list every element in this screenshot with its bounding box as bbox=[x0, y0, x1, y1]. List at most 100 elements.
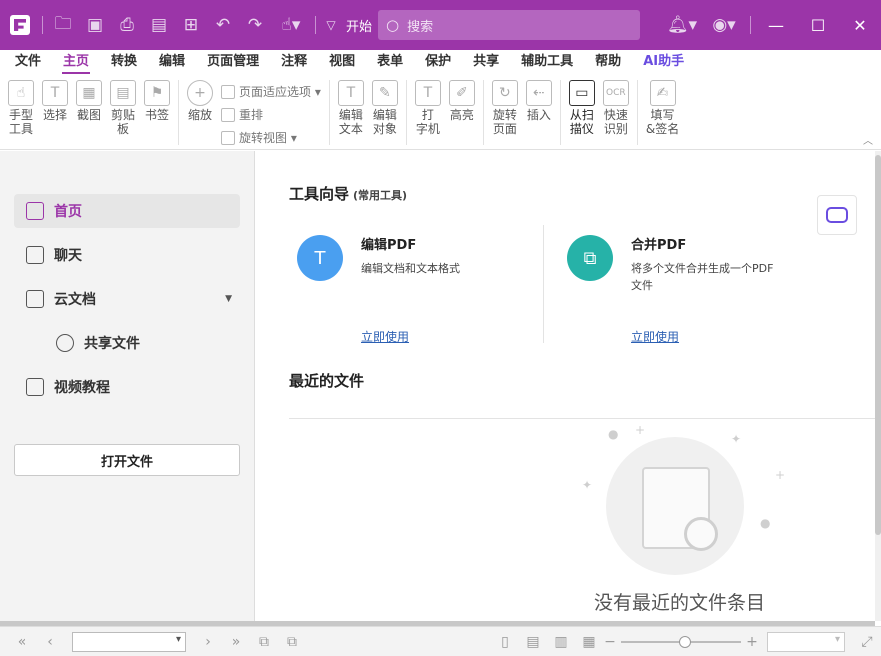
bookmark-icon: ⚑ bbox=[144, 80, 170, 106]
quick-ocr-button[interactable]: OCR 快速 识别 bbox=[599, 76, 633, 149]
tab-accessibility[interactable]: 辅助工具 bbox=[512, 50, 582, 76]
from-scanner-button[interactable]: ▭ 从扫 描仪 bbox=[565, 76, 599, 149]
clipboard-button[interactable]: ▤ 剪贴 板 bbox=[106, 76, 140, 149]
undo-icon[interactable]: ↶ bbox=[207, 0, 239, 50]
recent-files-title: 最近的文件 bbox=[289, 372, 365, 390]
next-view-icon[interactable]: ⧉ bbox=[278, 627, 306, 656]
vertical-scrollbar[interactable] bbox=[875, 151, 881, 621]
collapse-ribbon-icon[interactable]: ︿ bbox=[863, 132, 873, 147]
tab-view[interactable]: 视图 bbox=[320, 50, 364, 76]
fullscreen-icon[interactable]: ⤢ bbox=[853, 627, 881, 656]
reflow-label: 重排 bbox=[239, 108, 264, 122]
tab-organize[interactable]: 页面管理 bbox=[198, 50, 268, 76]
sidebar-item-cloud-docs[interactable]: 云文档 ▼ bbox=[14, 282, 240, 316]
rotate-page-label: 旋转 页面 bbox=[492, 108, 517, 136]
facing-page-icon[interactable]: ▥ bbox=[547, 627, 575, 656]
hand-tool-icon[interactable]: ☝▾ bbox=[271, 0, 311, 50]
tab-edit[interactable]: 编辑 bbox=[150, 50, 194, 76]
snapshot-button[interactable]: ▦ 截图 bbox=[72, 76, 106, 149]
start-label[interactable]: 开始 bbox=[346, 16, 372, 35]
scrollbar-thumb[interactable] bbox=[875, 155, 881, 535]
tab-file[interactable]: 文件 bbox=[6, 50, 50, 76]
print-icon[interactable]: ⎙ bbox=[111, 0, 143, 50]
file-properties-icon[interactable]: ▤ bbox=[143, 0, 175, 50]
tab-convert[interactable]: 转换 bbox=[102, 50, 146, 76]
ribbon-toolbar: ☝ 手型 工具 T 选择 ▦ 截图 ▤ 剪贴 板 ⚑ 书签 + 缩放 页面适应选… bbox=[0, 76, 881, 150]
zoom-level-select[interactable] bbox=[767, 631, 845, 652]
rotate-page-button[interactable]: ↻ 旋转 页面 bbox=[488, 76, 522, 149]
typewriter-button[interactable]: T 打 字机 bbox=[411, 76, 445, 149]
divider bbox=[543, 225, 544, 343]
edit-pdf-title: 编辑PDF bbox=[361, 238, 417, 253]
tab-ai-assistant[interactable]: AI助手 bbox=[634, 50, 693, 76]
search-input[interactable]: ○ 搜索 bbox=[378, 10, 641, 40]
new-file-icon[interactable]: ⊞ bbox=[175, 0, 207, 50]
account-icon[interactable]: ◉▾ bbox=[702, 0, 746, 50]
sidebar-item-shared-files[interactable]: 共享文件 bbox=[14, 326, 240, 360]
first-page-icon[interactable]: « bbox=[8, 627, 36, 656]
merge-pdf-icon[interactable]: ⧉ bbox=[567, 235, 613, 281]
tab-form[interactable]: 表单 bbox=[368, 50, 412, 76]
sidebar-item-chat[interactable]: 聊天 bbox=[14, 238, 240, 272]
select-button[interactable]: T 选择 bbox=[38, 76, 72, 149]
fill-sign-button[interactable]: ✍ 填写 &签名 bbox=[642, 76, 683, 149]
fit-page-button[interactable]: 页面适应选项 ▾ bbox=[221, 80, 321, 103]
zoom-button[interactable]: + 缩放 bbox=[183, 76, 217, 149]
sidebar-item-home[interactable]: 首页 bbox=[14, 194, 240, 228]
reflow-icon bbox=[221, 107, 235, 122]
insert-button[interactable]: ⇠ 插入 bbox=[522, 76, 556, 149]
page-number-input[interactable] bbox=[72, 631, 186, 652]
maximize-button[interactable]: ☐ bbox=[797, 0, 839, 50]
reflow-button[interactable]: 重排 bbox=[221, 103, 321, 126]
minimize-button[interactable]: — bbox=[755, 0, 797, 50]
edit-text-button[interactable]: T 编辑 文本 bbox=[334, 76, 368, 149]
customize-chevron-icon[interactable]: ▽ bbox=[320, 0, 342, 50]
sparkle-icon: ✦ bbox=[731, 432, 742, 446]
save-icon[interactable]: ▣ bbox=[79, 0, 111, 50]
tab-comment[interactable]: 注释 bbox=[272, 50, 316, 76]
notification-bell-icon[interactable]: 🔔︎▾ bbox=[662, 0, 702, 50]
rotate-page-icon: ↻ bbox=[491, 80, 518, 106]
app-logo-icon bbox=[10, 15, 30, 35]
ai-assistant-button[interactable] bbox=[817, 195, 857, 235]
zoom-in-icon[interactable]: + bbox=[745, 627, 759, 656]
continuous-page-icon[interactable]: ▤ bbox=[519, 627, 547, 656]
hand-tool-button[interactable]: ☝ 手型 工具 bbox=[4, 76, 38, 149]
clipboard-icon: ▤ bbox=[110, 80, 136, 106]
tab-share[interactable]: 共享 bbox=[464, 50, 508, 76]
continuous-facing-icon[interactable]: ▦ bbox=[575, 627, 603, 656]
close-button[interactable]: ✕ bbox=[839, 0, 881, 50]
edit-pdf-icon[interactable]: T bbox=[297, 235, 343, 281]
tab-protect[interactable]: 保护 bbox=[416, 50, 460, 76]
divider bbox=[315, 16, 316, 34]
last-page-icon[interactable]: » bbox=[222, 627, 250, 656]
open-file-button[interactable]: 打开文件 bbox=[14, 444, 240, 476]
zoom-slider-knob[interactable] bbox=[679, 635, 691, 648]
sidebar-item-video-tutorials[interactable]: 视频教程 bbox=[14, 370, 240, 404]
open-folder-icon[interactable]: 🗀 bbox=[47, 0, 79, 50]
tools-guide-title: 工具向导 (常用工具) bbox=[289, 183, 407, 204]
zoom-slider[interactable] bbox=[621, 635, 741, 648]
redo-icon[interactable]: ↷ bbox=[239, 0, 271, 50]
edit-pdf-desc: 编辑文档和文本格式 bbox=[361, 262, 460, 275]
edit-pdf-use-now-link[interactable]: 立即使用 bbox=[361, 328, 409, 345]
sidebar-item-label: 云文档 bbox=[54, 292, 96, 308]
edit-object-button[interactable]: ✎ 编辑 对象 bbox=[368, 76, 402, 149]
previous-page-icon[interactable]: ‹ bbox=[36, 627, 64, 656]
bookmark-label: 书签 bbox=[144, 108, 169, 122]
single-page-icon[interactable]: ▯ bbox=[491, 627, 519, 656]
ocr-icon: OCR bbox=[602, 80, 629, 106]
next-page-icon[interactable]: › bbox=[194, 627, 222, 656]
sparkle-icon: ✦ bbox=[582, 478, 593, 492]
fit-page-label: 页面适应选项 bbox=[239, 85, 312, 99]
bookmark-button[interactable]: ⚑ 书签 bbox=[140, 76, 174, 149]
tab-help[interactable]: 帮助 bbox=[586, 50, 630, 76]
tab-home[interactable]: 主页 bbox=[54, 50, 98, 76]
rotate-view-button[interactable]: 旋转视图 ▾ bbox=[221, 126, 321, 149]
chevron-down-icon[interactable]: ▼ bbox=[225, 294, 232, 304]
merge-pdf-use-now-link[interactable]: 立即使用 bbox=[631, 328, 679, 345]
highlight-button[interactable]: ✐ 高亮 bbox=[445, 76, 479, 149]
insert-page-icon: ⇠ bbox=[525, 80, 552, 106]
previous-view-icon[interactable]: ⧉ bbox=[250, 627, 278, 656]
zoom-out-icon[interactable]: − bbox=[603, 627, 617, 656]
